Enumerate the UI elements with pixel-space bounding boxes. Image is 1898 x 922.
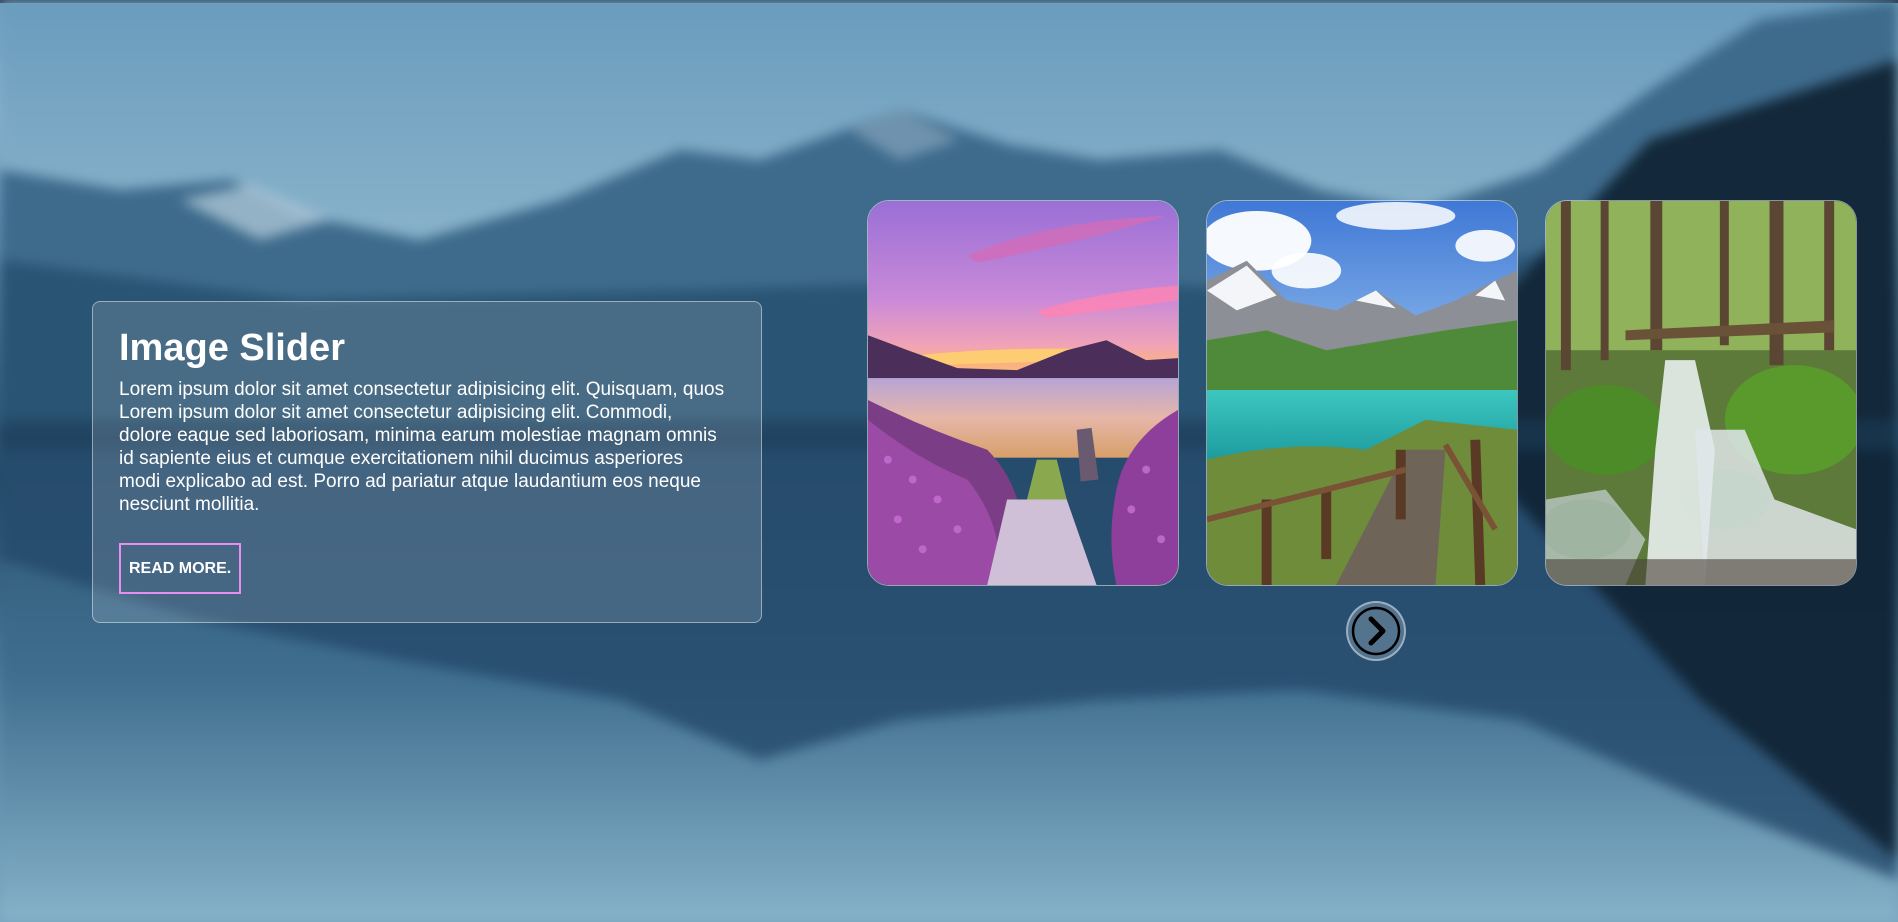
page-background: Image Slider Lorem ipsum dolor sit amet …	[0, 0, 1898, 922]
slide-image-forest-waterfall[interactable]	[1545, 200, 1857, 586]
forest-waterfall-image	[1546, 201, 1856, 585]
read-more-button[interactable]: READ MORE.	[119, 543, 242, 594]
slide-image-mountain-lake[interactable]	[1206, 200, 1518, 586]
next-slide-button[interactable]	[1346, 601, 1406, 661]
intro-card: Image Slider Lorem ipsum dolor sit amet …	[92, 301, 762, 623]
mountain-lake-image	[1207, 201, 1517, 585]
page-title: Image Slider	[119, 327, 345, 369]
intro-description: Lorem ipsum dolor sit amet consectetur a…	[119, 379, 725, 515]
sunset-lake-image	[868, 201, 1178, 585]
chevron-right-icon	[1351, 606, 1401, 656]
slide-image-sunset-lake[interactable]	[867, 200, 1179, 586]
